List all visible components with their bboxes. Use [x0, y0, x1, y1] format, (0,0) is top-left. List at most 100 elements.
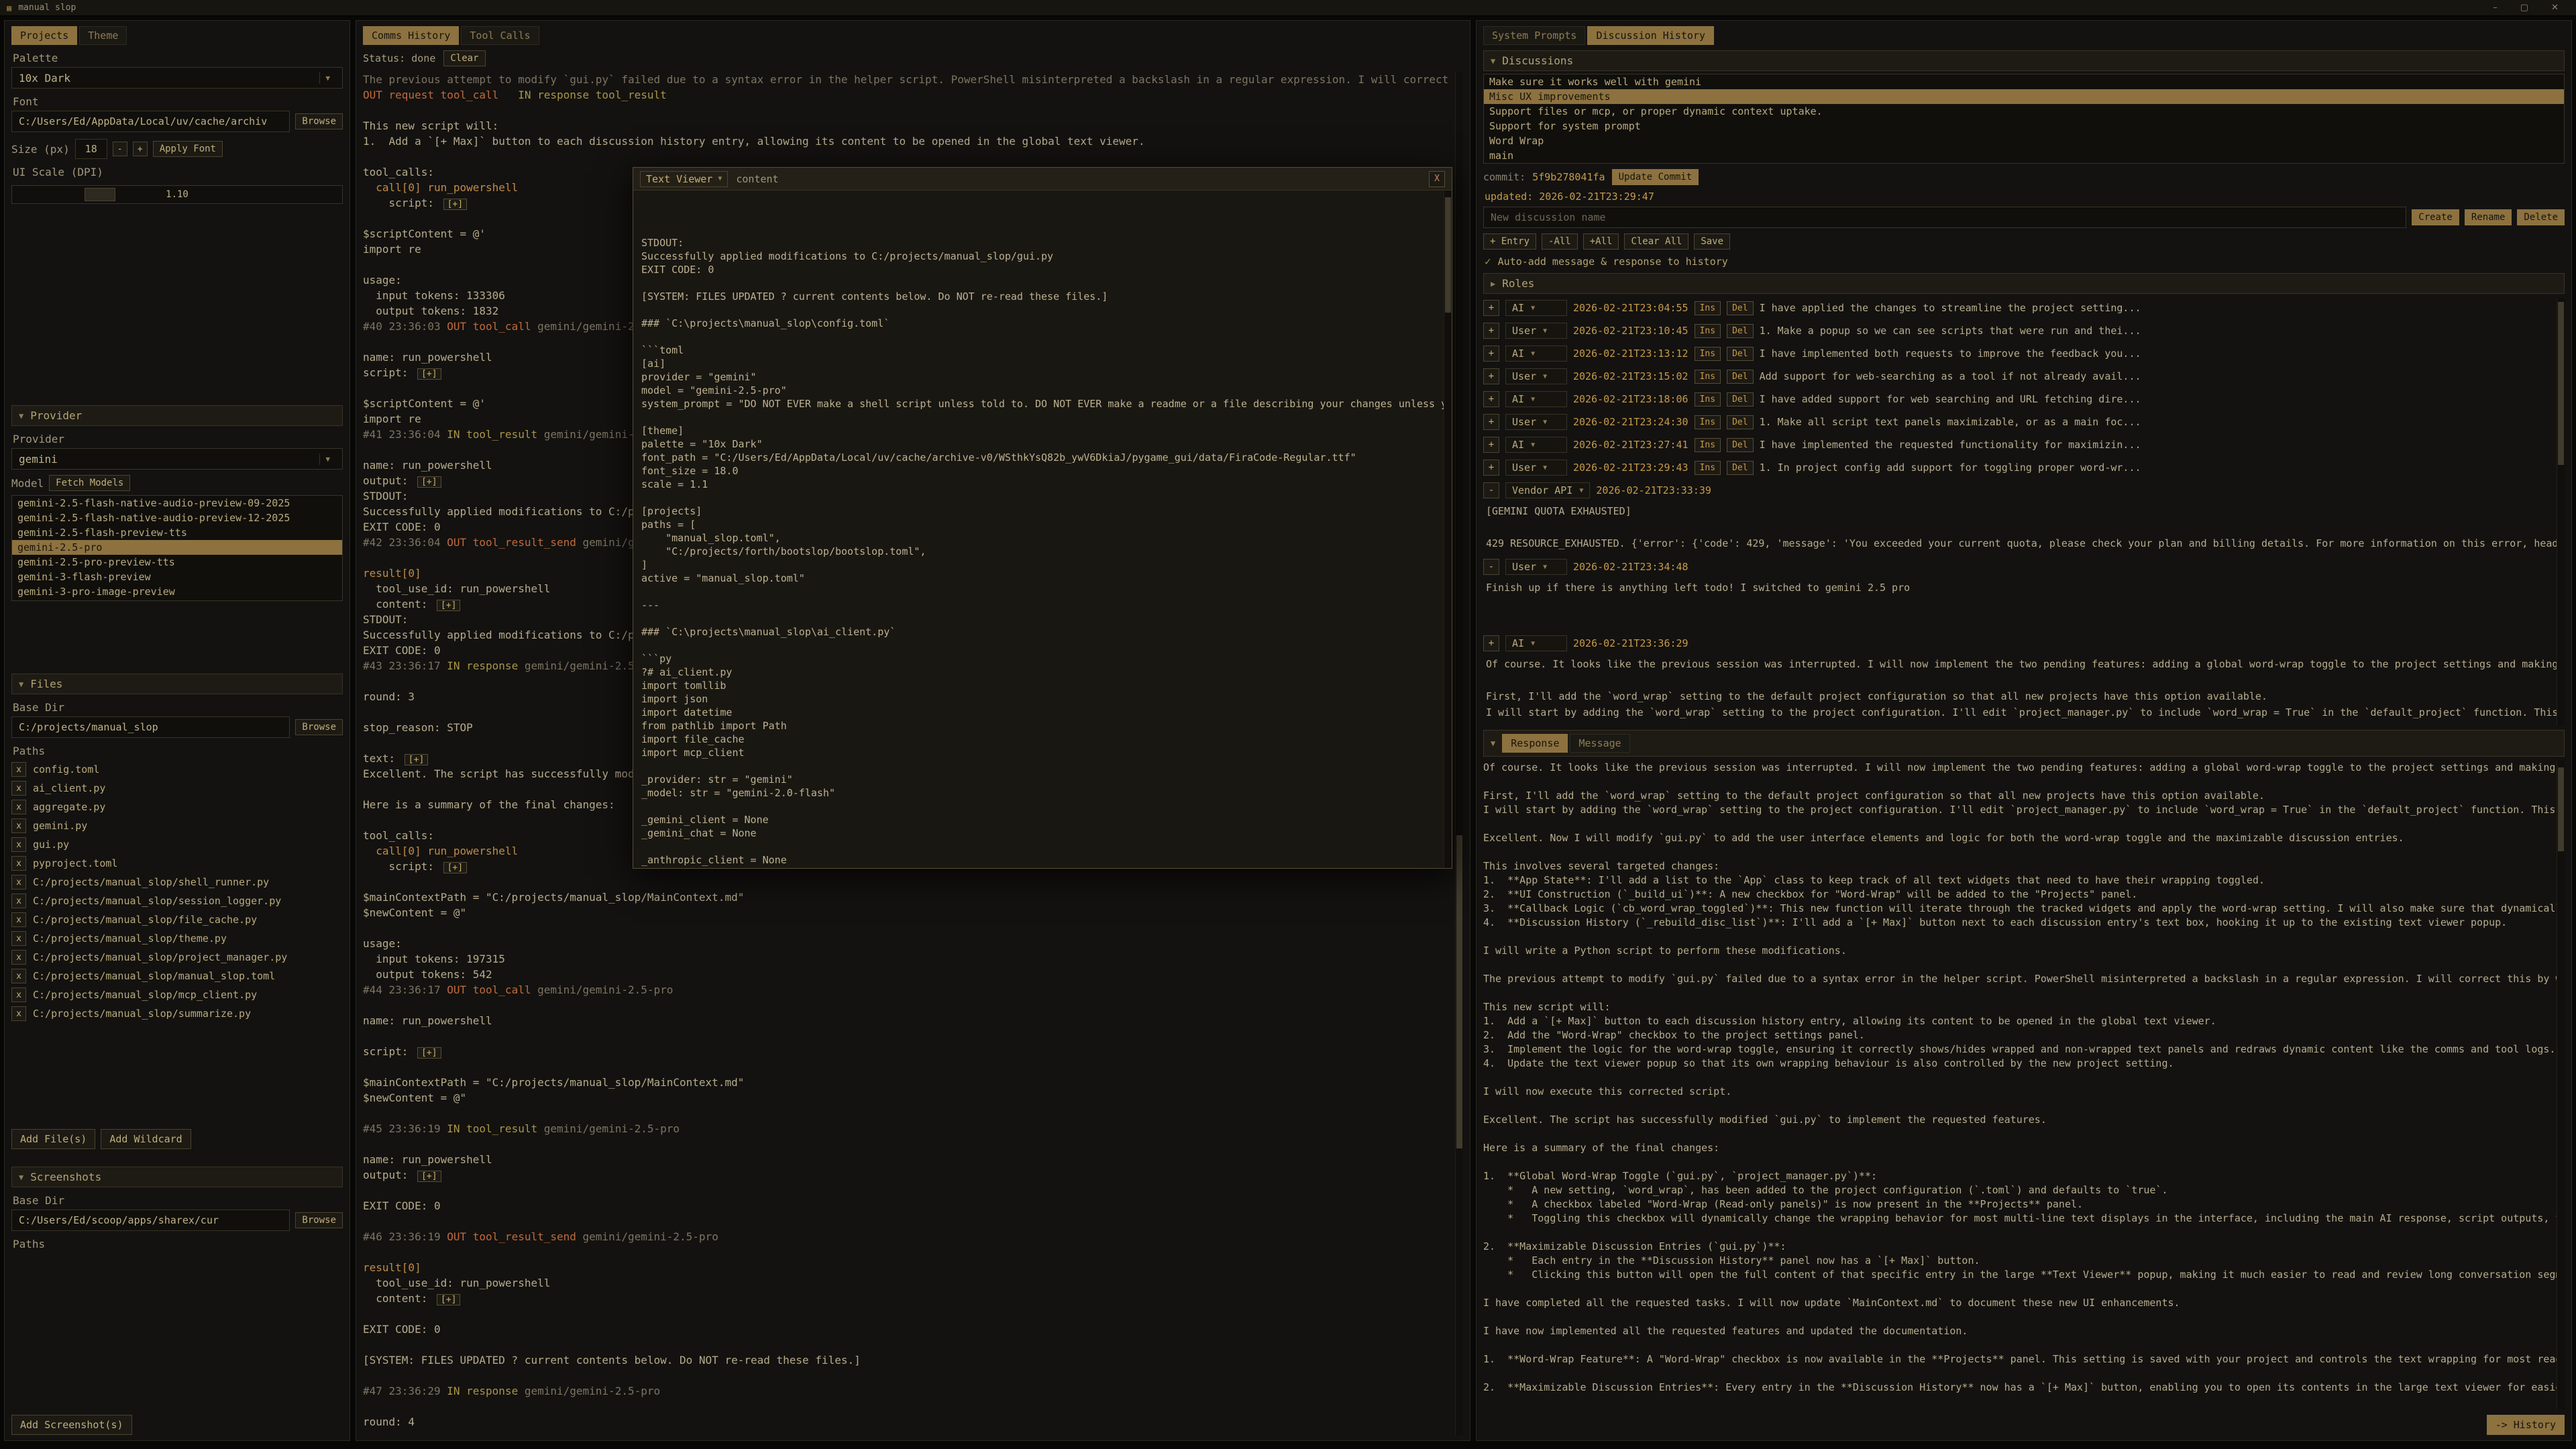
text-viewer-dropdown[interactable]: Text Viewer ▼ [640, 171, 728, 187]
new-discussion-input[interactable] [1483, 207, 2406, 228]
palette-dropdown[interactable]: 10x Dark ▼ [11, 67, 343, 89]
insert-button[interactable]: Ins [1695, 415, 1721, 429]
remove-file-button[interactable]: x [11, 987, 26, 1002]
add-wildcard-button[interactable]: Add Wildcard [101, 1129, 191, 1149]
text-viewer-scrollbar[interactable] [1444, 191, 1452, 868]
role-toggle-button[interactable]: + [1483, 323, 1499, 339]
role-select[interactable]: User▼ [1505, 368, 1567, 384]
role-select[interactable]: User▼ [1505, 323, 1567, 339]
discussion-create-button[interactable]: Create [2412, 209, 2459, 225]
tab-response[interactable]: Response [1502, 734, 1568, 753]
expand-button[interactable]: [+] [437, 1294, 460, 1305]
expand-button[interactable]: [+] [417, 368, 441, 380]
response-scrollbar[interactable] [2557, 761, 2565, 1409]
tab-tool-calls[interactable]: Tool Calls [461, 26, 539, 45]
role-toggle-button[interactable]: - [1483, 559, 1499, 575]
discussion-item[interactable]: Misc UX improvements [1484, 89, 2564, 104]
chevron-down-icon[interactable]: ▼ [319, 72, 335, 84]
font-size-decrease-button[interactable]: - [113, 142, 127, 156]
tab-comms-history[interactable]: Comms History [363, 26, 459, 45]
tab-system-prompts[interactable]: System Prompts [1483, 26, 1585, 45]
delete-button[interactable]: Del [1727, 438, 1753, 452]
font-browse-button[interactable]: Browse [295, 113, 343, 129]
model-option[interactable]: gemini-2.5-flash-native-audio-preview-09… [12, 496, 342, 511]
model-option[interactable]: gemini-2.5-pro-preview-tts [12, 555, 342, 570]
remove-file-button[interactable]: x [11, 1006, 26, 1021]
model-option[interactable]: gemini-2.5-flash-native-audio-preview-12… [12, 511, 342, 525]
history-button[interactable]: -> History [2487, 1415, 2565, 1435]
discussion-item[interactable]: Support for system prompt [1484, 119, 2564, 133]
apply-font-button[interactable]: Apply Font [153, 141, 223, 157]
chevron-down-icon[interactable]: ▼ [319, 453, 335, 465]
insert-button[interactable]: Ins [1695, 392, 1721, 407]
role-toggle-button[interactable]: + [1483, 391, 1499, 407]
response-section-header[interactable]: ▼ ResponseMessage [1483, 730, 2565, 757]
discussion-rename-button[interactable]: Rename [2465, 209, 2512, 225]
screenshots-section-header[interactable]: ▼ Screenshots [11, 1167, 343, 1187]
text-viewer-body[interactable]: STDOUT:Successfully applied modification… [633, 191, 1452, 868]
role-toggle-button[interactable]: + [1483, 460, 1499, 476]
model-option[interactable]: gemini-3-flash-preview [12, 570, 342, 584]
delete-button[interactable]: Del [1727, 415, 1753, 429]
expand-button[interactable]: [+] [417, 1171, 441, 1182]
model-option[interactable]: gemini-2.5-pro [12, 540, 342, 555]
tab-theme[interactable]: Theme [79, 26, 127, 45]
fetch-models-button[interactable]: Fetch Models [49, 475, 130, 491]
insert-button[interactable]: Ins [1695, 324, 1721, 338]
response-text[interactable]: Of course. It looks like the previous se… [1483, 761, 2565, 1409]
model-option[interactable]: gemini-3-pro-image-preview [12, 584, 342, 599]
delete-button[interactable]: Del [1727, 324, 1753, 338]
scrollbar-thumb[interactable] [1445, 197, 1451, 313]
remove-file-button[interactable]: x [11, 931, 26, 946]
minimize-button[interactable]: – [2493, 3, 2498, 13]
remove-file-button[interactable]: x [11, 856, 26, 871]
delete-button[interactable]: Del [1727, 461, 1753, 475]
insert-button[interactable]: Ins [1695, 461, 1721, 475]
checkbox-checked-icon[interactable]: ✓ [1485, 255, 1491, 268]
remove-file-button[interactable]: x [11, 762, 26, 777]
clear-button[interactable]: Clear [443, 50, 485, 66]
close-icon[interactable]: X [1429, 171, 1445, 187]
discussion-delete-button[interactable]: Delete [2517, 209, 2565, 225]
save-button[interactable]: Save [1694, 233, 1730, 250]
close-button[interactable]: ✕ [2551, 3, 2559, 13]
delete-button[interactable]: Del [1727, 347, 1753, 361]
remove-file-button[interactable]: x [11, 950, 26, 965]
role-select[interactable]: AI▼ [1505, 300, 1567, 316]
tab-discussion-history[interactable]: Discussion History [1587, 26, 1714, 45]
remove-file-button[interactable]: x [11, 894, 26, 908]
insert-button[interactable]: Ins [1695, 438, 1721, 452]
discussion-item[interactable]: Word Wrap [1484, 133, 2564, 148]
roles-scrollbar[interactable] [2557, 298, 2565, 726]
role-select[interactable]: AI▼ [1505, 635, 1567, 651]
model-option[interactable]: gemini-2.5-flash-preview-tts [12, 525, 342, 540]
scrollbar-thumb[interactable] [2558, 302, 2564, 464]
add-screenshots-button[interactable]: Add Screenshot(s) [11, 1415, 132, 1435]
provider-dropdown[interactable]: gemini ▼ [11, 448, 343, 470]
role-select[interactable]: AI▼ [1505, 345, 1567, 362]
clear-all-button[interactable]: Clear All [1624, 233, 1688, 250]
role-toggle-button[interactable]: - [1483, 482, 1499, 498]
expand-button[interactable]: [+] [443, 199, 467, 210]
expand-button[interactable]: [+] [443, 862, 467, 873]
delete-button[interactable]: Del [1727, 370, 1753, 384]
expand-button[interactable]: [+] [437, 600, 460, 611]
provider-section-header[interactable]: ▼ Provider [11, 405, 343, 426]
role-toggle-button[interactable]: + [1483, 635, 1499, 651]
all-button[interactable]: -All [1542, 233, 1578, 250]
screenshots-browse-button[interactable]: Browse [295, 1212, 343, 1228]
files-section-header[interactable]: ▼ Files [11, 674, 343, 694]
insert-button[interactable]: Ins [1695, 370, 1721, 384]
font-size-increase-button[interactable]: + [133, 142, 148, 156]
role-select[interactable]: User▼ [1505, 460, 1567, 476]
roles-section-header[interactable]: ▶ Roles [1483, 273, 2565, 294]
discussion-item[interactable]: Make sure it works well with gemini [1484, 74, 2564, 89]
insert-button[interactable]: Ins [1695, 347, 1721, 361]
discussion-item[interactable]: Support files or mcp, or proper dynamic … [1484, 104, 2564, 119]
add-files-button[interactable]: Add File(s) [11, 1129, 95, 1149]
role-toggle-button[interactable]: + [1483, 437, 1499, 453]
tab-message[interactable]: Message [1570, 734, 1629, 753]
remove-file-button[interactable]: x [11, 912, 26, 927]
scrollbar-thumb[interactable] [1456, 835, 1462, 1148]
maximize-button[interactable]: ▢ [2520, 3, 2528, 13]
